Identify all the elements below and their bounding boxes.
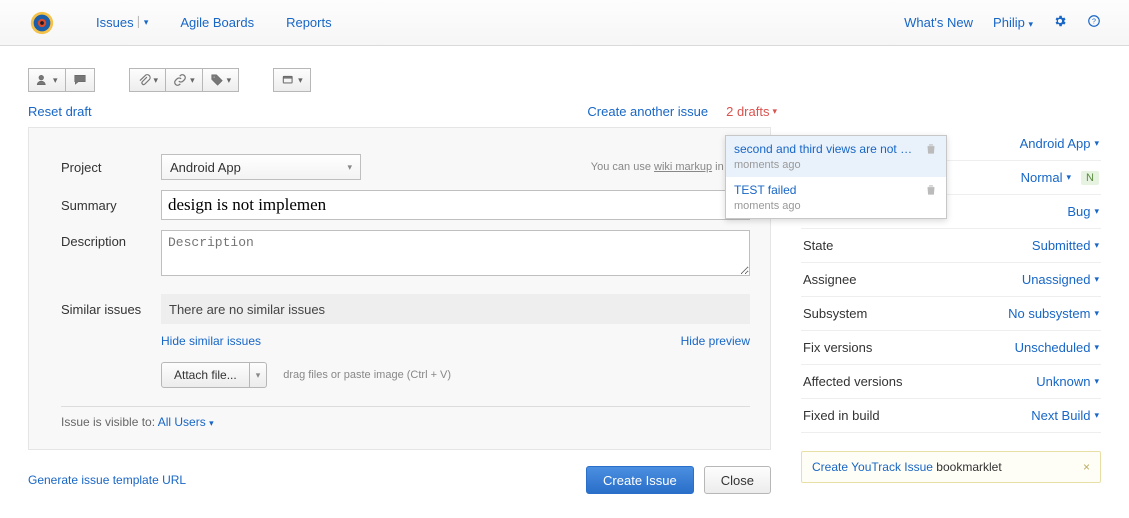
- property-label: State: [803, 238, 833, 253]
- generate-template-url-link[interactable]: Generate issue template URL: [28, 473, 186, 487]
- property-row: Fix versions Unscheduled▾: [801, 331, 1101, 365]
- drafts-dropdown[interactable]: 2 drafts▾: [726, 104, 777, 119]
- similar-issues-label: Similar issues: [61, 302, 161, 317]
- project-select[interactable]: Android App▾: [161, 154, 361, 180]
- user-menu[interactable]: Philip ▾: [993, 15, 1033, 30]
- help-icon[interactable]: ?: [1087, 14, 1101, 31]
- whats-new-link[interactable]: What's New: [904, 15, 973, 30]
- property-label: Assignee: [803, 272, 856, 287]
- issue-toolbar: ▾ ▾ ▾ ▾ ▾: [28, 58, 1101, 106]
- close-icon[interactable]: ×: [1083, 460, 1090, 474]
- summary-input[interactable]: [161, 190, 750, 220]
- attach-hint: drag files or paste image (Ctrl + V): [283, 369, 451, 381]
- property-value[interactable]: Android App▾: [1020, 136, 1099, 151]
- close-button[interactable]: Close: [704, 466, 771, 494]
- property-row: Subsystem No subsystem▾: [801, 297, 1101, 331]
- svg-text:?: ?: [1092, 19, 1096, 26]
- drafts-panel: second and third views are not … moments…: [725, 135, 947, 219]
- description-label: Description: [61, 230, 161, 249]
- draft-time: moments ago: [734, 200, 801, 212]
- description-textarea[interactable]: [161, 230, 750, 276]
- clone-toolbar-button[interactable]: ▾: [273, 68, 311, 92]
- nav-issues[interactable]: Issues│▾: [96, 15, 148, 30]
- draft-item[interactable]: second and third views are not … moments…: [726, 136, 946, 177]
- similar-issues-panel: There are no similar issues: [161, 294, 750, 324]
- app-logo[interactable]: [28, 9, 56, 37]
- bookmarklet-link[interactable]: Create YouTrack Issue: [812, 460, 933, 474]
- tag-toolbar-button[interactable]: ▾: [203, 68, 240, 92]
- trash-icon[interactable]: [924, 142, 938, 159]
- property-value[interactable]: Unassigned▾: [1022, 272, 1099, 287]
- new-issue-form: Project Android App▾ You can use wiki ma…: [29, 128, 770, 449]
- property-row: Affected versions Unknown▾: [801, 365, 1101, 399]
- nav-reports[interactable]: Reports: [286, 15, 332, 30]
- nav-agile-boards[interactable]: Agile Boards: [180, 15, 254, 30]
- comment-button[interactable]: [66, 68, 95, 92]
- project-label: Project: [61, 160, 161, 175]
- priority-badge: N: [1081, 171, 1099, 185]
- top-nav: Issues│▾ Agile Boards Reports: [96, 15, 332, 30]
- attach-toolbar-button[interactable]: ▾: [129, 68, 167, 92]
- settings-icon[interactable]: [1053, 14, 1067, 31]
- property-label: Subsystem: [803, 306, 867, 321]
- trash-icon[interactable]: [924, 183, 938, 200]
- link-toolbar-button[interactable]: ▾: [166, 68, 203, 92]
- create-issue-button[interactable]: Create Issue: [586, 466, 694, 494]
- hide-preview-link[interactable]: Hide preview: [681, 334, 750, 348]
- header-right: What's New Philip ▾ ?: [904, 14, 1101, 31]
- app-header: Issues│▾ Agile Boards Reports What's New…: [0, 0, 1129, 46]
- create-another-issue-link[interactable]: Create another issue: [587, 104, 708, 119]
- property-value[interactable]: Unscheduled▾: [1015, 340, 1099, 355]
- draft-title[interactable]: TEST failed: [734, 183, 918, 197]
- property-label: Affected versions: [803, 374, 902, 389]
- summary-label: Summary: [61, 198, 161, 213]
- visibility-button[interactable]: ▾: [28, 68, 66, 92]
- visibility-value[interactable]: All Users ▾: [158, 415, 214, 429]
- property-value[interactable]: Bug▾: [1067, 204, 1099, 219]
- property-value[interactable]: Normal▾: [1021, 170, 1071, 185]
- property-value[interactable]: Unknown▾: [1036, 374, 1099, 389]
- bookmarklet-banner: Create YouTrack Issue bookmarklet ×: [801, 451, 1101, 483]
- property-value[interactable]: No subsystem▾: [1008, 306, 1099, 321]
- property-label: Fixed in build: [803, 408, 880, 423]
- property-value[interactable]: Next Build▾: [1031, 408, 1099, 423]
- property-row: Assignee Unassigned▾: [801, 263, 1101, 297]
- property-value[interactable]: Submitted▾: [1032, 238, 1099, 253]
- hide-similar-link[interactable]: Hide similar issues: [161, 334, 261, 348]
- property-row: Fixed in build Next Build▾: [801, 399, 1101, 433]
- property-label: Fix versions: [803, 340, 872, 355]
- draft-title[interactable]: second and third views are not …: [734, 142, 918, 156]
- draft-time: moments ago: [734, 159, 801, 171]
- draft-item[interactable]: TEST failed moments ago: [726, 177, 946, 218]
- attach-file-button[interactable]: Attach file... ▾: [161, 362, 267, 388]
- visibility-row: Issue is visible to: All Users ▾: [61, 415, 750, 429]
- reset-draft-link[interactable]: Reset draft: [28, 104, 92, 119]
- wiki-markup-link[interactable]: wiki markup: [654, 161, 712, 173]
- property-row: State Submitted▾: [801, 229, 1101, 263]
